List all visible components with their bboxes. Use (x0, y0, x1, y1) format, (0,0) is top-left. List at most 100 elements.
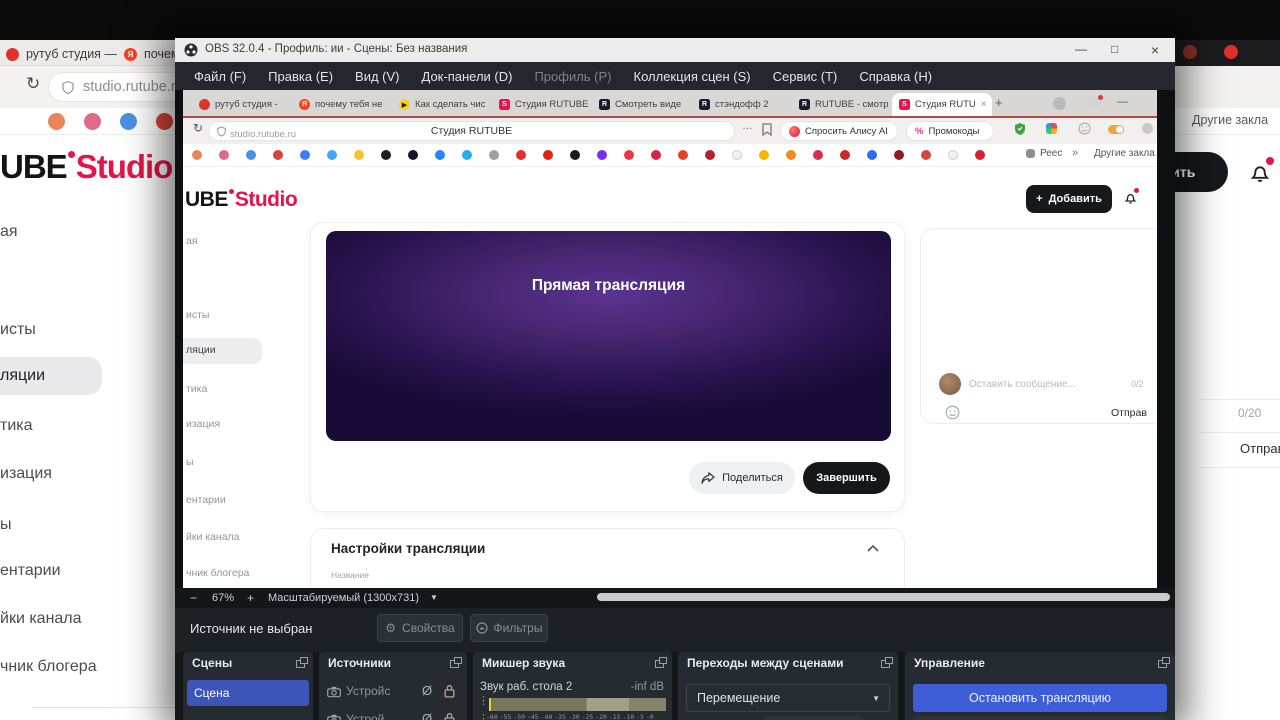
sidebar-item[interactable]: исты (186, 309, 209, 321)
close-button[interactable]: × (1151, 42, 1159, 58)
tab-favicon[interactable] (1183, 45, 1197, 59)
bookmark-favicon[interactable] (462, 150, 472, 160)
zoom-in-button[interactable]: + (247, 591, 254, 605)
maximize-button[interactable]: □ (1111, 42, 1118, 56)
minimize-button[interactable]: — (1075, 42, 1087, 56)
sidebar-item[interactable]: ляции (0, 367, 45, 385)
menu-item[interactable]: Справка (H) (848, 69, 943, 84)
sidebar-item[interactable]: ентарии (186, 494, 226, 506)
bookmark-favicon[interactable] (921, 150, 931, 160)
sidebar-item[interactable]: чник блогера (0, 658, 97, 676)
properties-button[interactable]: ⚙ Свойства (377, 614, 463, 642)
more-bookmarks-icon[interactable]: » (1072, 147, 1078, 159)
extension-icon[interactable] (1142, 123, 1153, 134)
bookmark-favicon[interactable] (84, 113, 101, 130)
drag-handle-icon[interactable]: ⋮ (478, 714, 489, 720)
popout-icon[interactable] (655, 657, 667, 668)
alice-button[interactable]: Спросить Алису AI (780, 121, 898, 141)
menu-item[interactable]: Коллекция сцен (S) (623, 69, 762, 84)
sidebar-item[interactable]: ая (0, 223, 18, 241)
bookmark-favicon[interactable] (813, 150, 823, 160)
button-sliver[interactable] (764, 716, 864, 720)
browser-tab[interactable]: Япочему тебя не (292, 93, 388, 116)
bookmark-favicon[interactable] (948, 150, 958, 160)
bookmark-favicon[interactable] (192, 150, 202, 160)
toggle-icon[interactable] (1108, 125, 1124, 134)
sidebar-item[interactable]: изация (0, 465, 52, 483)
bookmark-label[interactable]: Реес (1040, 148, 1062, 159)
sidebar-item[interactable]: йки канала (186, 531, 240, 543)
browser-tab[interactable]: R Смотреть виде (592, 93, 688, 116)
bookmark-favicon[interactable] (219, 150, 229, 160)
bookmark-favicon[interactable] (435, 150, 445, 160)
zoom-out-button[interactable]: − (190, 591, 197, 605)
bookmark-favicon[interactable] (840, 150, 850, 160)
bookmark-favicon[interactable] (597, 150, 607, 160)
popout-icon[interactable] (450, 657, 462, 668)
refresh-icon[interactable]: ↻ (193, 121, 203, 135)
eye-hidden-icon[interactable]: Ø (422, 683, 432, 698)
bookmark-favicon[interactable] (327, 150, 337, 160)
other-bookmarks[interactable]: Другие закла (1094, 148, 1155, 159)
bookmark-favicon[interactable] (489, 150, 499, 160)
emoji-icon[interactable] (945, 405, 960, 420)
caret-down-icon[interactable]: ▼ (430, 593, 438, 602)
bookmark-icon[interactable] (762, 123, 772, 136)
eye-hidden-icon[interactable]: Ø (422, 711, 432, 720)
volume-meter[interactable] (489, 698, 666, 711)
refresh-icon[interactable]: ↻ (26, 74, 40, 94)
obs-titlebar[interactable]: OBS 32.0.4 - Профиль: ии - Сцены: Без на… (175, 38, 1175, 62)
menu-item[interactable]: Файл (F) (183, 69, 257, 84)
preview-scrollbar[interactable] (597, 593, 1170, 601)
popout-icon[interactable] (1158, 657, 1170, 668)
share-button[interactable]: Поделиться (689, 462, 795, 494)
bookmark-favicon[interactable] (894, 150, 904, 160)
adblock-shield-icon[interactable] (1014, 122, 1026, 136)
tab-close-icon[interactable]: × (981, 99, 991, 110)
more-icon[interactable]: … (742, 120, 753, 132)
browser-tab[interactable]: ▶ Как сделать чис (392, 93, 488, 116)
menu-item[interactable]: Вид (V) (344, 69, 410, 84)
browser-tab[interactable]: S Студия RUTUBE (492, 93, 588, 116)
bookmark-favicon[interactable] (381, 150, 391, 160)
bookmark-favicon[interactable] (786, 150, 796, 160)
sidebar-item[interactable]: ы (0, 516, 12, 534)
browser-tab[interactable]: рутуб студия - (192, 93, 288, 116)
sidebar-item[interactable]: тика (186, 383, 207, 395)
bookmark-favicon[interactable] (246, 150, 256, 160)
chat-send-button[interactable]: Отправ (1111, 407, 1147, 419)
extension-icon[interactable] (1046, 123, 1057, 134)
sidebar-item[interactable]: ентарии (0, 562, 61, 580)
bookmark-favicon[interactable] (408, 150, 418, 160)
bookmark-favicon[interactable] (705, 150, 715, 160)
sidebar-item[interactable]: изация (186, 418, 220, 430)
finish-stream-button[interactable]: Завершить (803, 462, 890, 494)
profile-avatar[interactable] (1053, 97, 1066, 110)
chat-input[interactable]: Оставить сообщение... (969, 379, 1076, 390)
filters-button[interactable]: Фильтры (470, 614, 548, 642)
scene-item[interactable]: Сцена (187, 680, 309, 706)
browser-tab[interactable]: Я почем (124, 44, 180, 64)
bookmark-favicon[interactable] (651, 150, 661, 160)
bookmark-favicon[interactable] (156, 113, 173, 130)
bookmark-favicon[interactable] (759, 150, 769, 160)
stream-player[interactable]: Прямая трансляция (326, 231, 891, 441)
menu-item[interactable]: Профиль (P) (523, 69, 622, 84)
sidebar-item[interactable]: йки канала (0, 610, 82, 628)
bookmark-favicon[interactable] (543, 150, 553, 160)
sidebar-item[interactable]: ляции (186, 344, 216, 356)
bookmark-favicon[interactable] (273, 150, 283, 160)
source-item[interactable]: Устройс Ø (323, 680, 463, 704)
other-bookmarks[interactable]: Другие закла (1192, 113, 1268, 127)
smiley-extension-icon[interactable] (1078, 122, 1091, 135)
preview-mode[interactable]: Масштабируемый (1300x731) (268, 592, 419, 604)
transition-select[interactable]: Перемещение ▼ (686, 684, 890, 712)
address-field[interactable]: studio.rutube.ru Студия RUTUBE (208, 121, 735, 141)
drag-handle-icon[interactable]: ⋮ (478, 696, 489, 707)
sidebar-item[interactable]: ы (186, 456, 194, 468)
bookmark-favicon[interactable] (732, 150, 742, 160)
bookmark-favicon[interactable] (354, 150, 364, 160)
tab-favicon[interactable] (1224, 45, 1238, 59)
bookmark-favicon[interactable] (678, 150, 688, 160)
menu-item[interactable]: Правка (E) (257, 69, 344, 84)
